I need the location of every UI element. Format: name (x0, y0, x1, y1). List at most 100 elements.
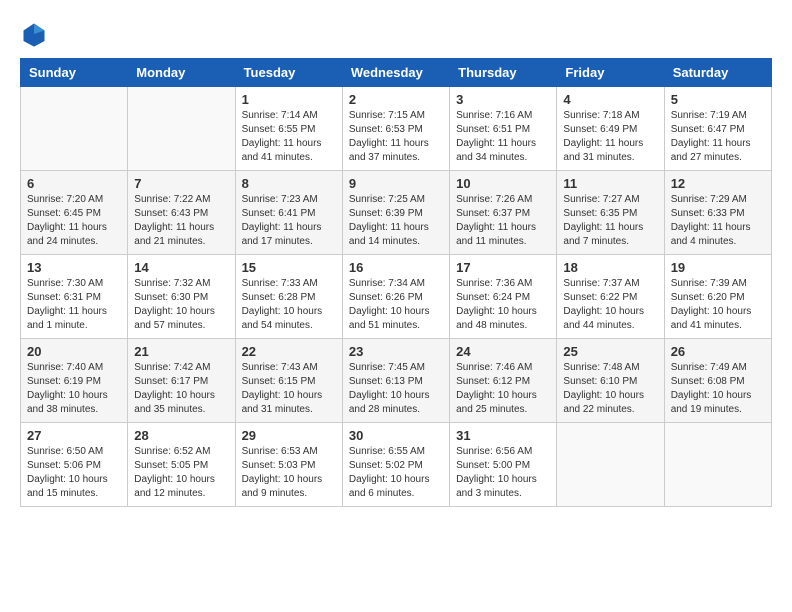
day-number: 16 (349, 260, 443, 275)
day-number: 20 (27, 344, 121, 359)
day-info: Sunrise: 7:43 AM Sunset: 6:15 PM Dayligh… (242, 361, 336, 417)
calendar-cell: 8 Sunrise: 7:23 AM Sunset: 6:41 PM Daylig… (235, 171, 342, 255)
day-info: Sunrise: 6:52 AM Sunset: 5:05 PM Dayligh… (134, 445, 228, 501)
day-info: Sunrise: 6:55 AM Sunset: 5:02 PM Dayligh… (349, 445, 443, 501)
day-number: 23 (349, 344, 443, 359)
calendar-week-row: 6 Sunrise: 7:20 AM Sunset: 6:45 PM Daylig… (21, 171, 772, 255)
day-number: 19 (671, 260, 765, 275)
day-info: Sunrise: 7:26 AM Sunset: 6:37 PM Dayligh… (456, 193, 550, 249)
calendar-cell: 11 Sunrise: 7:27 AM Sunset: 6:35 PM Dayli… (557, 171, 664, 255)
day-info: Sunrise: 7:16 AM Sunset: 6:51 PM Dayligh… (456, 109, 550, 165)
calendar-cell: 1Sunrise: 7:14 AM Sunset: 6:55 PM Daylig… (235, 87, 342, 171)
calendar-cell: 28Sunrise: 6:52 AM Sunset: 5:05 PM Dayli… (128, 423, 235, 507)
weekday-header-monday: Monday (128, 59, 235, 87)
day-number: 27 (27, 428, 121, 443)
calendar-cell: 29 Sunrise: 6:53 AM Sunset: 5:03 PM Dayli… (235, 423, 342, 507)
day-number: 2 (349, 92, 443, 107)
day-number: 9 (349, 176, 443, 191)
calendar-cell: 19 Sunrise: 7:39 AM Sunset: 6:20 PM Dayli… (664, 255, 771, 339)
day-info: Sunrise: 7:29 AM Sunset: 6:33 PM Dayligh… (671, 193, 765, 249)
day-number: 11 (563, 176, 657, 191)
calendar-cell: 20 Sunrise: 7:40 AM Sunset: 6:19 PM Dayli… (21, 339, 128, 423)
calendar-week-row: 13 Sunrise: 7:30 AM Sunset: 6:31 PM Dayli… (21, 255, 772, 339)
day-number: 21 (134, 344, 228, 359)
day-info: Sunrise: 6:56 AM Sunset: 5:00 PM Dayligh… (456, 445, 550, 501)
calendar-cell: 12 Sunrise: 7:29 AM Sunset: 6:33 PM Dayli… (664, 171, 771, 255)
day-info: Sunrise: 7:30 AM Sunset: 6:31 PM Dayligh… (27, 277, 121, 333)
day-number: 30 (349, 428, 443, 443)
day-info: Sunrise: 7:37 AM Sunset: 6:22 PM Dayligh… (563, 277, 657, 333)
calendar-cell: 23Sunrise: 7:45 AM Sunset: 6:13 PM Dayli… (342, 339, 449, 423)
calendar-cell: 10 Sunrise: 7:26 AM Sunset: 6:37 PM Dayli… (450, 171, 557, 255)
day-info: Sunrise: 6:53 AM Sunset: 5:03 PM Dayligh… (242, 445, 336, 501)
weekday-header-saturday: Saturday (664, 59, 771, 87)
day-info: Sunrise: 7:40 AM Sunset: 6:19 PM Dayligh… (27, 361, 121, 417)
day-info: Sunrise: 7:32 AM Sunset: 6:30 PM Dayligh… (134, 277, 228, 333)
day-number: 4 (563, 92, 657, 107)
day-number: 10 (456, 176, 550, 191)
day-number: 6 (27, 176, 121, 191)
day-info: Sunrise: 7:49 AM Sunset: 6:08 PM Dayligh… (671, 361, 765, 417)
weekday-header-friday: Friday (557, 59, 664, 87)
day-info: Sunrise: 7:18 AM Sunset: 6:49 PM Dayligh… (563, 109, 657, 165)
calendar-cell: 17Sunrise: 7:36 AM Sunset: 6:24 PM Dayli… (450, 255, 557, 339)
weekday-header-tuesday: Tuesday (235, 59, 342, 87)
calendar-table: SundayMondayTuesdayWednesdayThursdayFrid… (20, 58, 772, 507)
calendar-cell (128, 87, 235, 171)
calendar-cell (21, 87, 128, 171)
calendar-week-row: 20 Sunrise: 7:40 AM Sunset: 6:19 PM Dayli… (21, 339, 772, 423)
day-number: 7 (134, 176, 228, 191)
day-info: Sunrise: 7:46 AM Sunset: 6:12 PM Dayligh… (456, 361, 550, 417)
day-info: Sunrise: 7:20 AM Sunset: 6:45 PM Dayligh… (27, 193, 121, 249)
calendar-week-row: 1Sunrise: 7:14 AM Sunset: 6:55 PM Daylig… (21, 87, 772, 171)
weekday-header-sunday: Sunday (21, 59, 128, 87)
calendar-cell: 22 Sunrise: 7:43 AM Sunset: 6:15 PM Dayli… (235, 339, 342, 423)
calendar-cell: 18Sunrise: 7:37 AM Sunset: 6:22 PM Dayli… (557, 255, 664, 339)
day-number: 15 (242, 260, 336, 275)
day-info: Sunrise: 7:33 AM Sunset: 6:28 PM Dayligh… (242, 277, 336, 333)
day-number: 31 (456, 428, 550, 443)
calendar-cell: 5Sunrise: 7:19 AM Sunset: 6:47 PM Daylig… (664, 87, 771, 171)
day-number: 22 (242, 344, 336, 359)
calendar-cell: 9 Sunrise: 7:25 AM Sunset: 6:39 PM Daylig… (342, 171, 449, 255)
day-info: Sunrise: 7:48 AM Sunset: 6:10 PM Dayligh… (563, 361, 657, 417)
calendar-cell: 31 Sunrise: 6:56 AM Sunset: 5:00 PM Dayli… (450, 423, 557, 507)
calendar-cell: 2 Sunrise: 7:15 AM Sunset: 6:53 PM Daylig… (342, 87, 449, 171)
calendar-cell (664, 423, 771, 507)
day-info: Sunrise: 7:34 AM Sunset: 6:26 PM Dayligh… (349, 277, 443, 333)
day-number: 12 (671, 176, 765, 191)
day-info: Sunrise: 7:15 AM Sunset: 6:53 PM Dayligh… (349, 109, 443, 165)
day-number: 24 (456, 344, 550, 359)
page-header (20, 20, 772, 48)
calendar-cell: 27 Sunrise: 6:50 AM Sunset: 5:06 PM Dayli… (21, 423, 128, 507)
logo-icon (20, 20, 48, 48)
calendar-cell: 24 Sunrise: 7:46 AM Sunset: 6:12 PM Dayli… (450, 339, 557, 423)
day-number: 26 (671, 344, 765, 359)
day-number: 14 (134, 260, 228, 275)
day-info: Sunrise: 6:50 AM Sunset: 5:06 PM Dayligh… (27, 445, 121, 501)
calendar-cell: 30 Sunrise: 6:55 AM Sunset: 5:02 PM Dayli… (342, 423, 449, 507)
day-info: Sunrise: 7:25 AM Sunset: 6:39 PM Dayligh… (349, 193, 443, 249)
day-info: Sunrise: 7:39 AM Sunset: 6:20 PM Dayligh… (671, 277, 765, 333)
day-number: 13 (27, 260, 121, 275)
day-info: Sunrise: 7:19 AM Sunset: 6:47 PM Dayligh… (671, 109, 765, 165)
calendar-cell: 21 Sunrise: 7:42 AM Sunset: 6:17 PM Dayli… (128, 339, 235, 423)
day-info: Sunrise: 7:42 AM Sunset: 6:17 PM Dayligh… (134, 361, 228, 417)
calendar-cell: 4 Sunrise: 7:18 AM Sunset: 6:49 PM Daylig… (557, 87, 664, 171)
calendar-cell: 3 Sunrise: 7:16 AM Sunset: 6:51 PM Daylig… (450, 87, 557, 171)
day-number: 1 (242, 92, 336, 107)
calendar-cell: 7 Sunrise: 7:22 AM Sunset: 6:43 PM Daylig… (128, 171, 235, 255)
weekday-header-thursday: Thursday (450, 59, 557, 87)
calendar-cell: 15 Sunrise: 7:33 AM Sunset: 6:28 PM Dayli… (235, 255, 342, 339)
calendar-cell: 26 Sunrise: 7:49 AM Sunset: 6:08 PM Dayli… (664, 339, 771, 423)
day-info: Sunrise: 7:23 AM Sunset: 6:41 PM Dayligh… (242, 193, 336, 249)
day-number: 25 (563, 344, 657, 359)
day-info: Sunrise: 7:22 AM Sunset: 6:43 PM Dayligh… (134, 193, 228, 249)
day-number: 3 (456, 92, 550, 107)
calendar-cell: 14 Sunrise: 7:32 AM Sunset: 6:30 PM Dayli… (128, 255, 235, 339)
day-info: Sunrise: 7:27 AM Sunset: 6:35 PM Dayligh… (563, 193, 657, 249)
day-number: 8 (242, 176, 336, 191)
calendar-cell: 25 Sunrise: 7:48 AM Sunset: 6:10 PM Dayli… (557, 339, 664, 423)
logo (20, 20, 52, 48)
day-number: 29 (242, 428, 336, 443)
